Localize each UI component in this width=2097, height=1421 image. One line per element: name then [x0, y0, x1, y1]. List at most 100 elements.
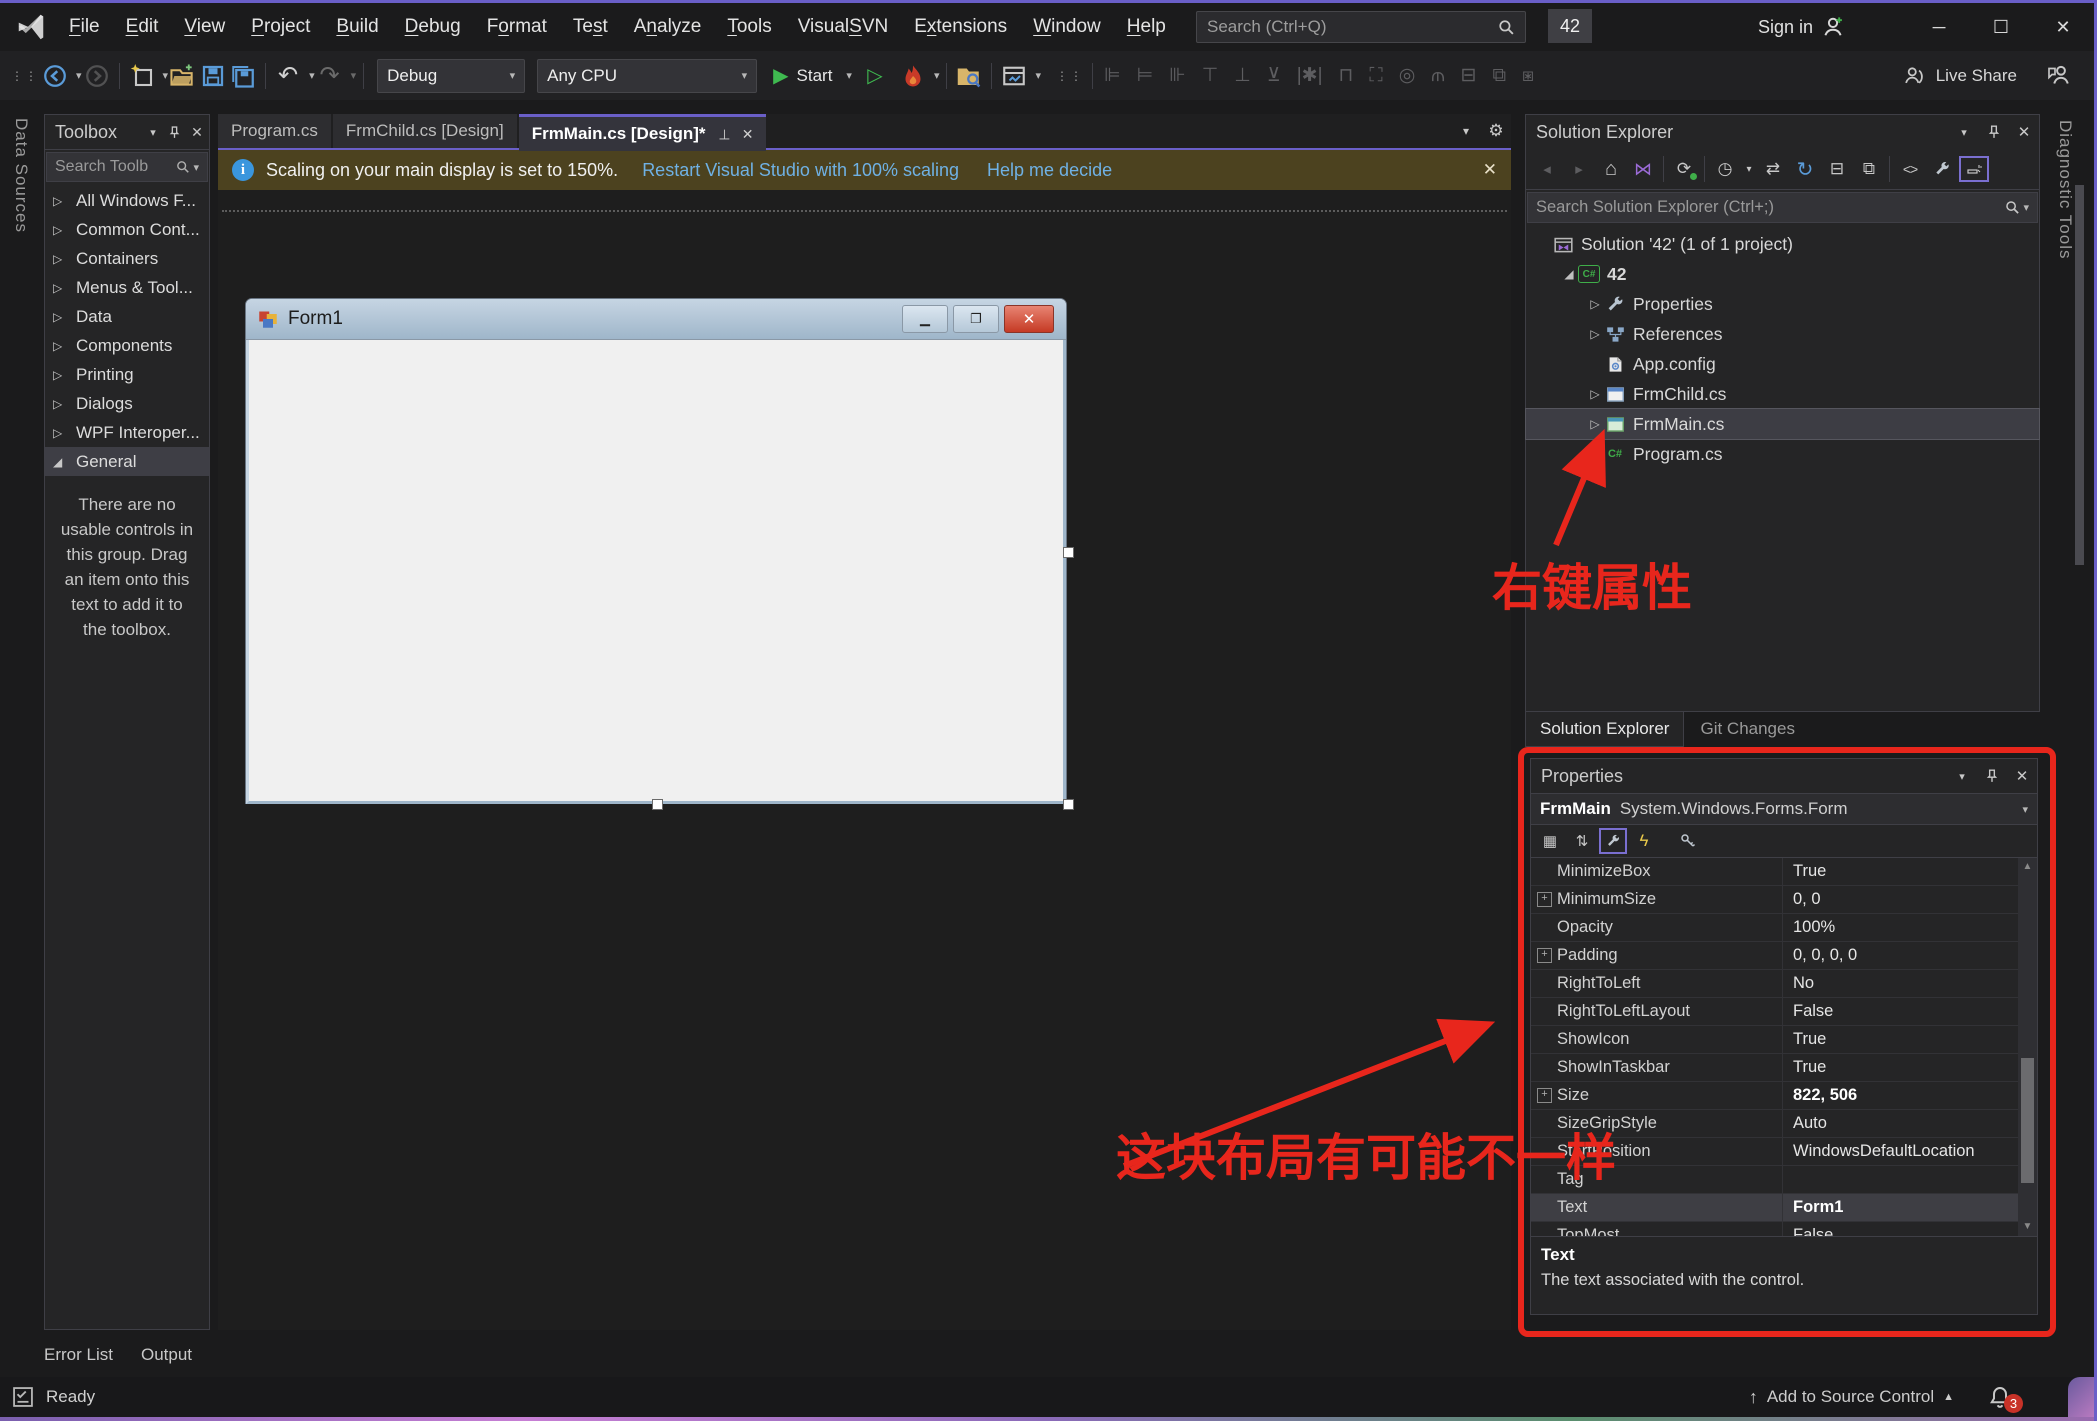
collapsed-icon[interactable]: ▷	[53, 426, 67, 440]
tool-tab-output[interactable]: Output	[141, 1345, 192, 1365]
panel-tab-git-changes[interactable]: Git Changes	[1686, 712, 1809, 746]
property-row-showintaskbar[interactable]: ShowInTaskbar True	[1531, 1054, 2037, 1082]
zoom-fit-icon[interactable]: ⛶	[1369, 64, 1382, 87]
toolbox-search-input[interactable]: Search Toolb ▾	[46, 152, 208, 182]
solution-explorer-close-icon[interactable]: ✕	[2009, 118, 2039, 146]
menu-debug[interactable]: Debug	[392, 3, 474, 51]
start-without-debug-button[interactable]: ▷	[860, 59, 890, 93]
solution-badge[interactable]: 42	[1548, 9, 1592, 43]
se-copy-icon[interactable]: ⧉	[1854, 155, 1884, 183]
form-maximize-button[interactable]: ❐	[953, 305, 999, 333]
se-pending-changes-icon[interactable]: ◷	[1710, 155, 1740, 183]
toolbox-pin-icon[interactable]	[163, 118, 185, 146]
vs-logo-icon[interactable]	[14, 12, 48, 42]
property-value[interactable]: 0, 0, 0, 0	[1783, 946, 2037, 965]
property-row-text[interactable]: Text Form1	[1531, 1194, 2037, 1222]
expanded-icon[interactable]: ◢	[1560, 267, 1578, 281]
scrollbar-thumb[interactable]	[2021, 1058, 2034, 1183]
menu-window[interactable]: Window	[1020, 3, 1114, 51]
menu-project[interactable]: Project	[238, 3, 323, 51]
collapsed-icon[interactable]: ▷	[1586, 417, 1604, 431]
toolbox-group-general[interactable]: ◢ General	[45, 447, 209, 476]
collapsed-icon[interactable]: ▷	[53, 368, 67, 382]
tool-tab-error-list[interactable]: Error List	[44, 1345, 113, 1365]
hot-reload-caret[interactable]: ▾	[934, 69, 940, 82]
undo-button[interactable]: ↶	[273, 59, 303, 93]
form-close-button[interactable]: ✕	[1004, 305, 1054, 333]
property-value[interactable]: True	[1783, 1058, 2037, 1077]
tab-pin-icon[interactable]: ⊣	[715, 128, 732, 140]
toolbox-group-printing[interactable]: ▷ Printing	[45, 360, 209, 389]
task-list-icon[interactable]	[12, 1386, 34, 1408]
menu-file[interactable]: File	[56, 3, 113, 51]
property-value[interactable]: True	[1783, 862, 2037, 881]
infobar-close-icon[interactable]: ✕	[1483, 160, 1497, 180]
align-tops-icon[interactable]: ⊤	[1202, 64, 1219, 87]
se-sync-active-icon[interactable]: ⇄	[1758, 155, 1788, 183]
find-in-files-button[interactable]	[954, 59, 984, 93]
infobar-help-link[interactable]: Help me decide	[987, 160, 1112, 181]
property-row-righttoleft[interactable]: RightToLeft No	[1531, 970, 2037, 998]
start-debug-button[interactable]: ▶ Start ▾	[773, 59, 852, 93]
toolbox-group-menus-tool-[interactable]: ▷ Menus & Tool...	[45, 273, 209, 302]
menu-edit[interactable]: Edit	[113, 3, 172, 51]
se-view-code-icon[interactable]: <>	[1895, 155, 1925, 183]
property-row-opacity[interactable]: Opacity 100%	[1531, 914, 2037, 942]
search-icon[interactable]	[1498, 19, 1515, 36]
toolbox-group-data[interactable]: ▷ Data	[45, 302, 209, 331]
property-value[interactable]: 100%	[1783, 918, 2037, 937]
form-title-bar[interactable]: Form1 ▁ ❐ ✕	[246, 299, 1066, 340]
collapsed-icon[interactable]: ▷	[53, 310, 67, 324]
zoom-icon[interactable]: ◎	[1399, 64, 1416, 87]
toolbox-search-icon[interactable]	[176, 160, 190, 174]
tree-item-properties[interactable]: ▷ Properties	[1526, 289, 2039, 319]
tree-item-42[interactable]: ◢ C# 42	[1526, 259, 2039, 289]
categorized-icon[interactable]: ▦	[1535, 827, 1565, 855]
send-back-icon[interactable]: ⧆	[1522, 64, 1534, 87]
horiz-spacing-icon[interactable]: ⫙	[1431, 64, 1444, 87]
properties-dropdown-icon[interactable]: ▾	[1947, 762, 1977, 790]
toolbox-group-all-windows-f-[interactable]: ▷ All Windows F...	[45, 186, 209, 215]
property-row-righttoleftlayout[interactable]: RightToLeftLayout False	[1531, 998, 2037, 1026]
se-back-icon[interactable]: ◂	[1532, 155, 1562, 183]
collapsed-icon[interactable]: ▷	[53, 252, 67, 266]
designer-window-button[interactable]	[999, 59, 1029, 93]
make-same-width-icon[interactable]: |✱|	[1297, 64, 1323, 87]
infobar-restart-link[interactable]: Restart Visual Studio with 100% scaling	[642, 160, 959, 181]
se-switch-views-icon[interactable]: ⋈	[1628, 155, 1658, 183]
collapsed-icon[interactable]: ▷	[1586, 327, 1604, 341]
feedback-icon[interactable]	[2043, 59, 2073, 93]
expand-property-icon[interactable]: +	[1537, 948, 1552, 963]
property-pages-icon[interactable]	[1673, 827, 1703, 855]
form-client-area[interactable]	[246, 340, 1066, 804]
solution-platforms-combo[interactable]: Any CPU ▾	[537, 58, 758, 93]
tab-settings-gear-icon[interactable]: ⚙	[1481, 114, 1511, 148]
size-to-grid-icon[interactable]: ⊓	[1339, 64, 1354, 87]
right-strip-scrollbar[interactable]	[2075, 185, 2084, 565]
menu-visualsvn[interactable]: VisualSVN	[785, 3, 902, 51]
menu-test[interactable]: Test	[560, 3, 621, 51]
tree-item-references[interactable]: ▷ References	[1526, 319, 2039, 349]
tab-close-icon[interactable]: ✕	[742, 126, 754, 143]
hot-reload-button[interactable]	[898, 59, 928, 93]
properties-view-icon[interactable]	[1599, 828, 1627, 854]
live-share-button[interactable]: Live Share	[1903, 59, 2017, 93]
tree-item-frmchild-cs[interactable]: ▷ FrmChild.cs	[1526, 379, 2039, 409]
se-home-icon[interactable]: ⌂	[1596, 155, 1626, 183]
search-input[interactable]: Search (Ctrl+Q)	[1196, 11, 1526, 43]
toolbox-close-icon[interactable]: ✕	[185, 118, 209, 146]
menu-format[interactable]: Format	[474, 3, 560, 51]
doc-tab-frmchild-cs-design-[interactable]: FrmChild.cs [Design]	[332, 114, 517, 148]
property-row-minimizebox[interactable]: MinimizeBox True	[1531, 858, 2037, 886]
menu-view[interactable]: View	[171, 3, 238, 51]
collapsed-icon[interactable]: ▷	[1586, 447, 1604, 461]
property-row-minimumsize[interactable]: + MinimumSize 0, 0	[1531, 886, 2037, 914]
property-row-topmost[interactable]: TopMost False	[1531, 1222, 2037, 1236]
solution-configurations-combo[interactable]: Debug ▾	[377, 58, 526, 93]
properties-pin-icon[interactable]	[1977, 762, 2007, 790]
new-project-button[interactable]	[127, 59, 157, 93]
open-file-button[interactable]	[168, 59, 198, 93]
collapsed-icon[interactable]: ▷	[53, 223, 67, 237]
menu-extensions[interactable]: Extensions	[901, 3, 1020, 51]
collapsed-icon[interactable]: ▷	[53, 194, 67, 208]
